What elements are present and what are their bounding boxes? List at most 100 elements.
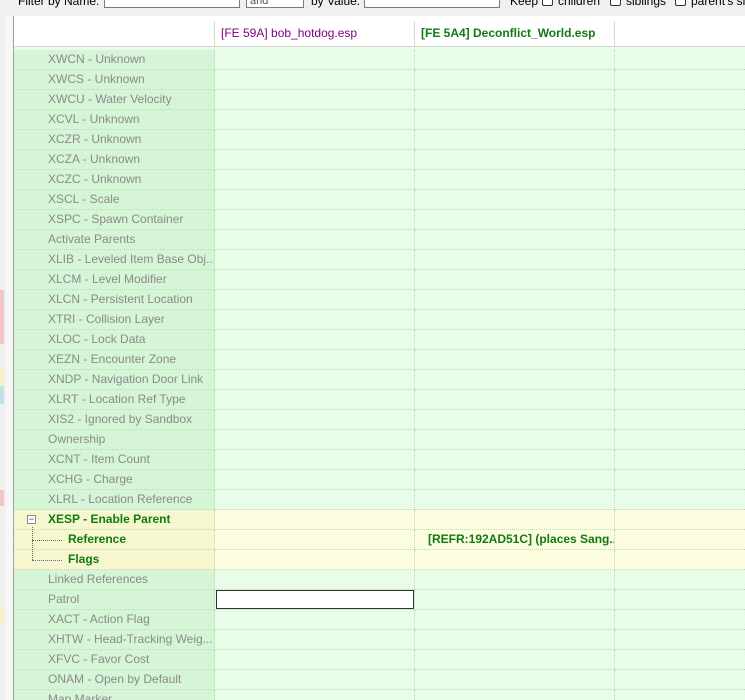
cell-bob-hotdog[interactable]	[215, 670, 415, 690]
cell-bob-hotdog[interactable]	[215, 630, 415, 650]
cell-bob-hotdog[interactable]	[215, 690, 415, 700]
cell-deconflict-world[interactable]	[415, 570, 615, 590]
cell-deconflict-world[interactable]	[415, 390, 615, 410]
record-row[interactable]: XTRI - Collision Layer	[14, 310, 745, 330]
cell-bob-hotdog[interactable]	[215, 270, 415, 290]
cell-deconflict-world[interactable]	[415, 250, 615, 270]
record-row[interactable]: XCZC - Unknown	[14, 170, 745, 190]
cell-bob-hotdog[interactable]	[215, 610, 415, 630]
keep-children-checkbox[interactable]	[542, 0, 553, 6]
cell-bob-hotdog[interactable]	[215, 130, 415, 150]
record-row[interactable]: Activate Parents	[14, 230, 745, 250]
cell-deconflict-world[interactable]	[415, 690, 615, 700]
xesp-row[interactable]: − XESP - Enable Parent	[14, 510, 745, 530]
cell-bob-hotdog[interactable]	[215, 570, 415, 590]
record-row[interactable]: XCNT - Item Count	[14, 450, 745, 470]
record-row[interactable]: XFVC - Favor Cost	[14, 650, 745, 670]
filter-name-input[interactable]	[104, 0, 240, 8]
record-row[interactable]: XLOC - Lock Data	[14, 330, 745, 350]
record-row[interactable]: Map Marker	[14, 690, 745, 700]
column-header-bob-hotdog[interactable]: [FE 59A] bob_hotdog.esp	[215, 21, 415, 46]
cell-deconflict-world[interactable]	[415, 290, 615, 310]
record-row[interactable]: XSPC - Spawn Container	[14, 210, 745, 230]
cell-bob-hotdog[interactable]	[215, 350, 415, 370]
cell-bob-hotdog[interactable]	[215, 650, 415, 670]
cell-bob-hotdog[interactable]	[215, 210, 415, 230]
filter-value-input[interactable]	[364, 0, 500, 8]
cell-bob-hotdog[interactable]	[215, 450, 415, 470]
cell-bob-hotdog[interactable]	[215, 230, 415, 250]
cell-deconflict-world[interactable]	[415, 90, 615, 110]
record-row[interactable]: XCHG - Charge	[14, 470, 745, 490]
record-row[interactable]: XCZA - Unknown	[14, 150, 745, 170]
cell-bob-hotdog[interactable]	[215, 390, 415, 410]
cell-bob-hotdog[interactable]	[215, 70, 415, 90]
cell-bob-hotdog[interactable]	[215, 110, 415, 130]
cell-deconflict-world[interactable]	[415, 150, 615, 170]
cell-bob-hotdog[interactable]	[215, 470, 415, 490]
cell-deconflict-world[interactable]	[415, 430, 615, 450]
cell-deconflict-world[interactable]	[415, 330, 615, 350]
cell-bob-hotdog[interactable]	[215, 250, 415, 270]
record-row[interactable]: XCVL - Unknown	[14, 110, 745, 130]
record-row[interactable]: XWCU - Water Velocity	[14, 90, 745, 110]
record-row[interactable]: XLCN - Persistent Location	[14, 290, 745, 310]
column-header-labels[interactable]	[14, 21, 215, 46]
cell-deconflict-world[interactable]	[415, 630, 615, 650]
cell-deconflict-world[interactable]	[415, 670, 615, 690]
cell-bob-hotdog[interactable]	[215, 370, 415, 390]
cell-deconflict-world[interactable]	[415, 310, 615, 330]
cell-deconflict-world[interactable]	[415, 650, 615, 670]
cell-deconflict-world[interactable]	[415, 110, 615, 130]
record-row[interactable]: XCZR - Unknown	[14, 130, 745, 150]
record-row[interactable]: XEZN - Encounter Zone	[14, 350, 745, 370]
cell-deconflict-world[interactable]	[415, 490, 615, 510]
cell-deconflict-world[interactable]	[415, 210, 615, 230]
cell-bob-hotdog[interactable]	[215, 170, 415, 190]
cell-deconflict-world[interactable]	[415, 70, 615, 90]
record-row[interactable]: XNDP - Navigation Door Link	[14, 370, 745, 390]
cell-deconflict-world[interactable]	[415, 170, 615, 190]
cell-bob-hotdog[interactable]	[215, 330, 415, 350]
cell-bob-hotdog[interactable]	[215, 430, 415, 450]
cell-deconflict-world[interactable]	[415, 470, 615, 490]
record-row[interactable]: XLRL - Location Reference	[14, 490, 745, 510]
collapse-toggle-icon[interactable]: −	[27, 515, 36, 524]
record-row[interactable]: XLCM - Level Modifier	[14, 270, 745, 290]
cell-deconflict-world[interactable]	[415, 270, 615, 290]
focused-cell[interactable]	[216, 590, 414, 609]
keep-siblings-checkbox[interactable]	[610, 0, 621, 6]
record-row[interactable]: XSCL - Scale	[14, 190, 745, 210]
cell-bob-hotdog[interactable]	[215, 90, 415, 110]
cell-deconflict-world[interactable]	[415, 590, 615, 610]
cell-bob-hotdog[interactable]	[215, 410, 415, 430]
cell-bob-hotdog[interactable]	[215, 310, 415, 330]
record-row[interactable]: XACT - Action Flag	[14, 610, 745, 630]
record-row[interactable]: XHTW - Head-Tracking Weig...	[14, 630, 745, 650]
keep-parent-siblings-checkbox[interactable]	[675, 0, 686, 6]
record-row[interactable]: Ownership	[14, 430, 745, 450]
cell-deconflict-world[interactable]	[415, 130, 615, 150]
cell-bob-hotdog[interactable]	[215, 50, 415, 70]
cell-deconflict-world[interactable]	[415, 610, 615, 630]
record-row[interactable]: XLIB - Leveled Item Base Obj...	[14, 250, 745, 270]
cell-deconflict-world[interactable]	[415, 230, 615, 250]
column-header-deconflict-world[interactable]: [FE 5A4] Deconflict_World.esp	[415, 21, 615, 46]
cell-deconflict-world[interactable]	[415, 450, 615, 470]
cell-bob-hotdog[interactable]	[215, 190, 415, 210]
cell-deconflict-world[interactable]	[415, 50, 615, 70]
filter-conjunction-select[interactable]: and	[246, 0, 304, 8]
cell-bob-hotdog[interactable]	[215, 490, 415, 510]
cell-deconflict-world[interactable]	[415, 410, 615, 430]
cell-deconflict-world[interactable]	[415, 190, 615, 210]
cell-bob-hotdog[interactable]	[215, 290, 415, 310]
xesp-reference-row[interactable]: Reference [REFR:192AD51C] (places Sang..…	[14, 530, 745, 550]
cell-deconflict-world[interactable]	[415, 370, 615, 390]
record-row[interactable]: XWCS - Unknown	[14, 70, 745, 90]
xesp-flags-row[interactable]: Flags	[14, 550, 745, 570]
cell-bob-hotdog[interactable]	[215, 150, 415, 170]
record-row[interactable]: Linked References	[14, 570, 745, 590]
record-row[interactable]: XLRT - Location Ref Type	[14, 390, 745, 410]
record-row[interactable]: XIS2 - Ignored by Sandbox	[14, 410, 745, 430]
cell-deconflict-world[interactable]	[415, 350, 615, 370]
